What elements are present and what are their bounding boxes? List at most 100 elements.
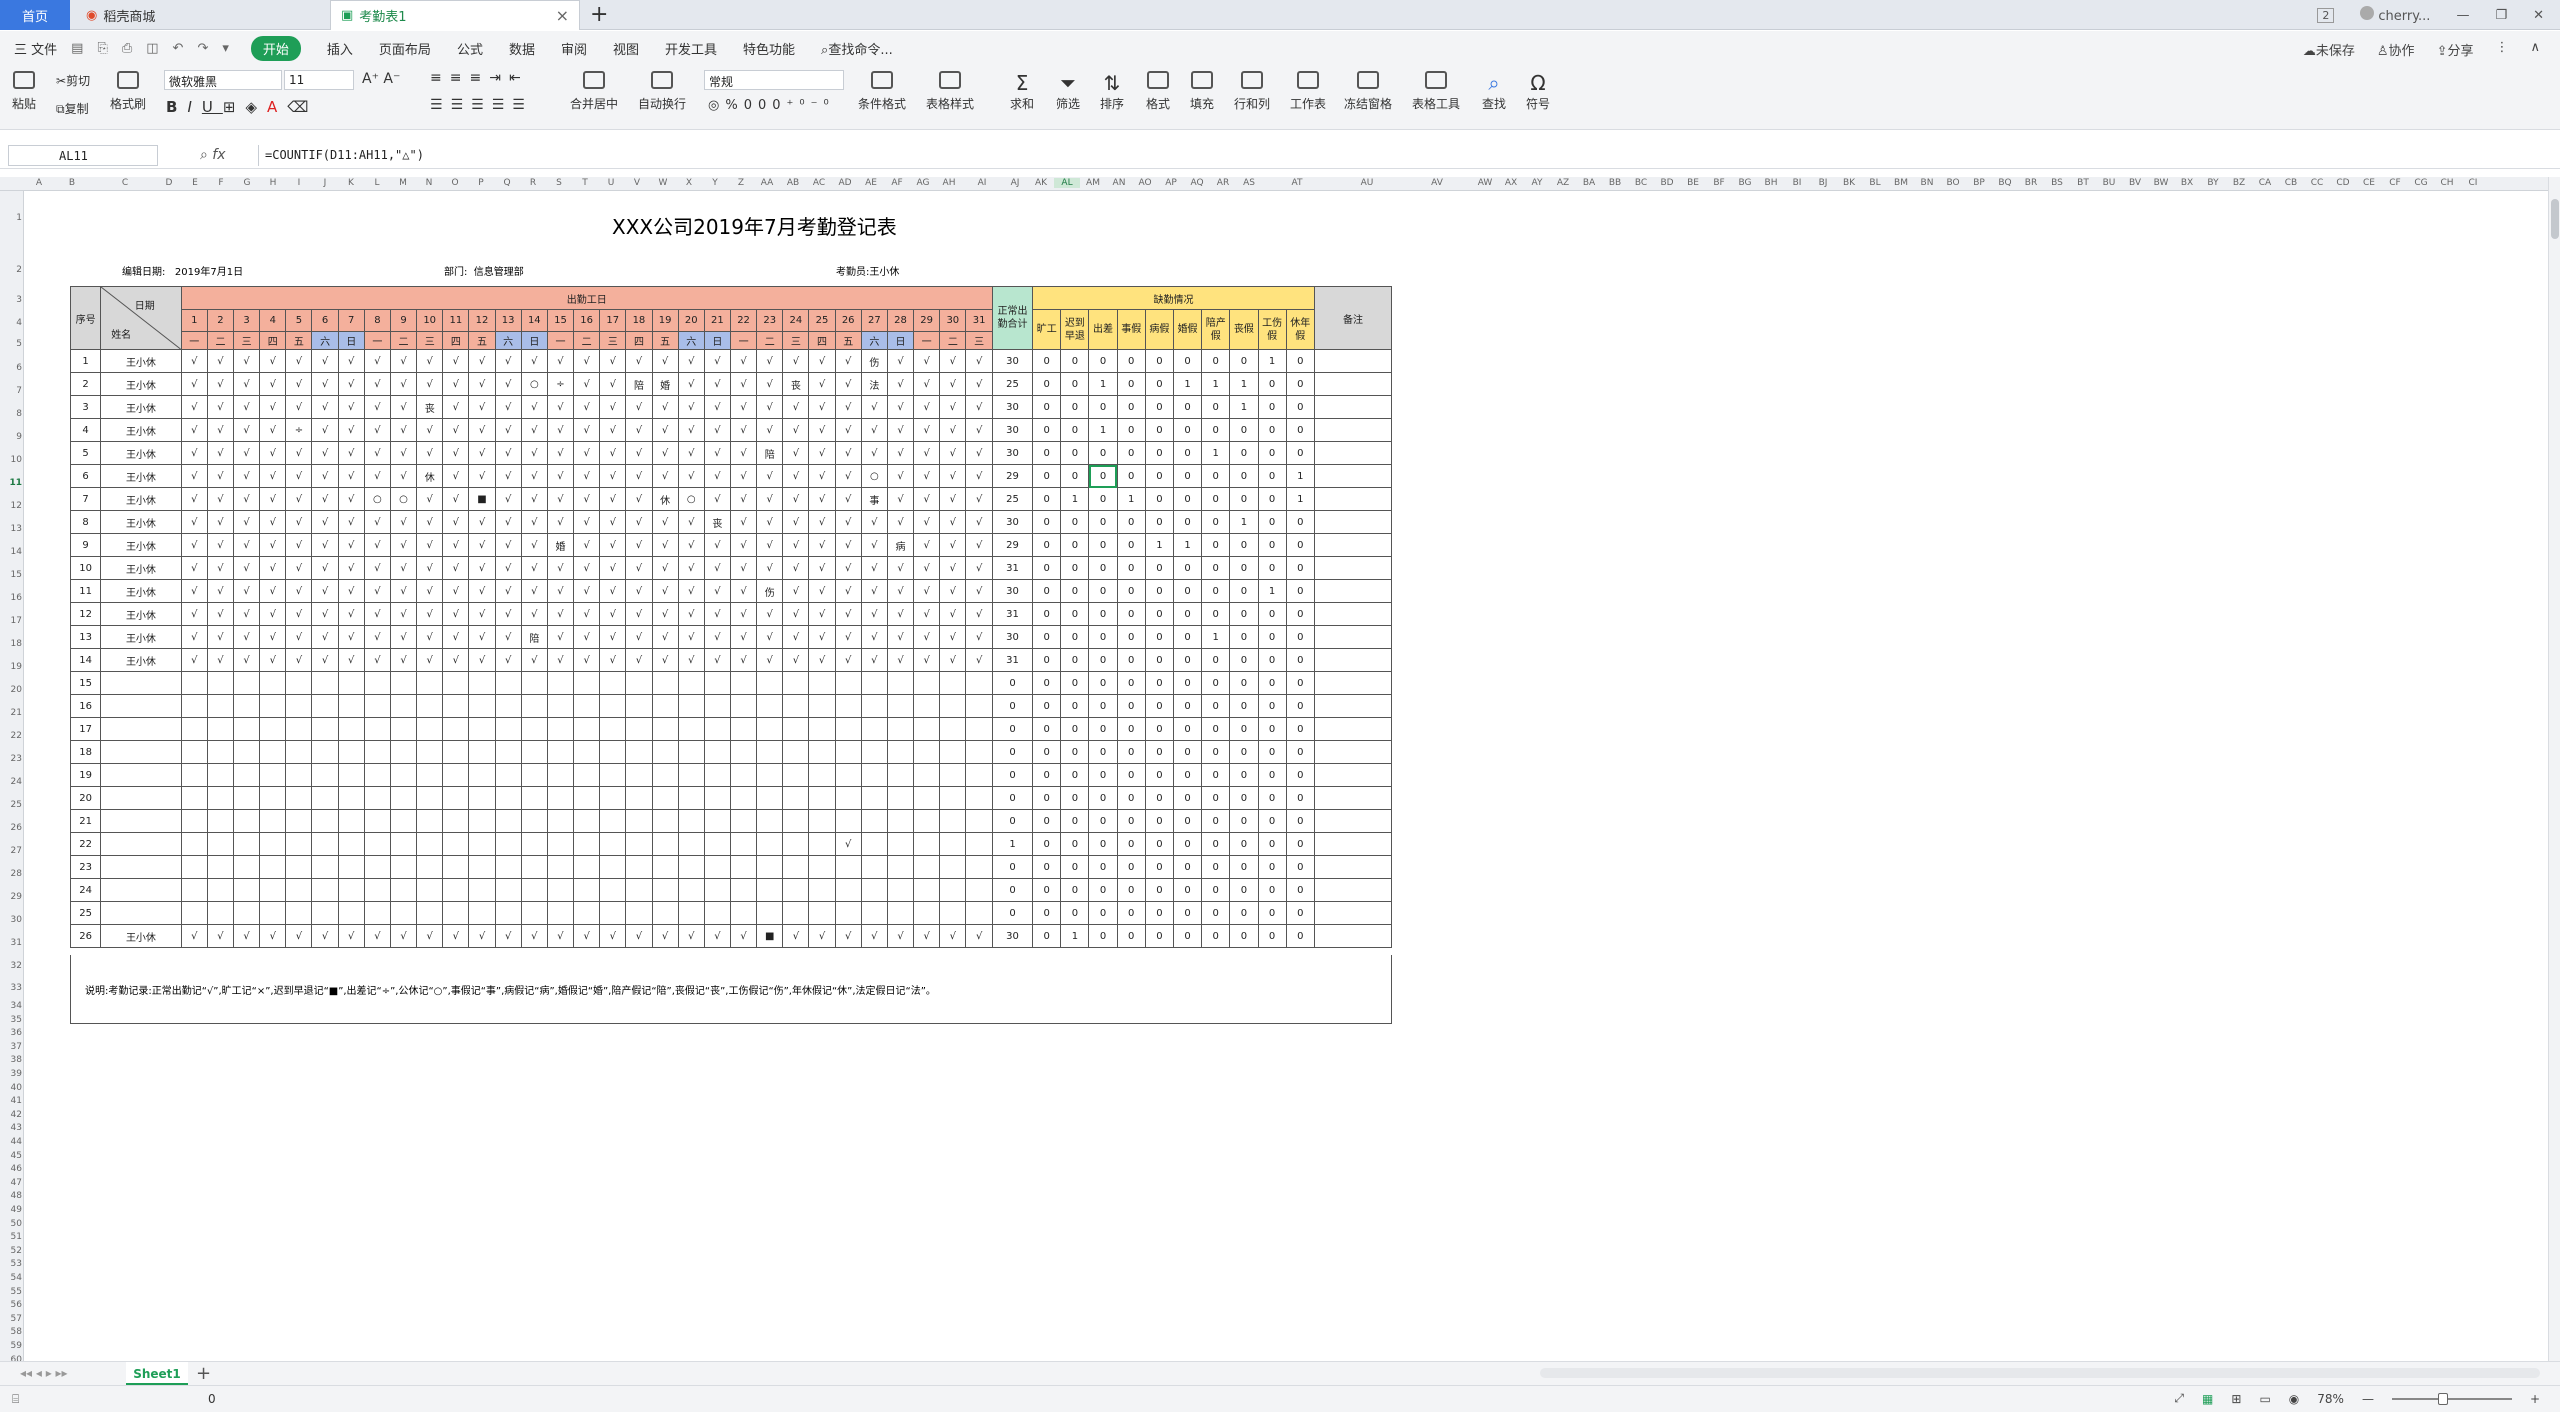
absence-cell[interactable]: 0 [1257, 648, 1287, 672]
attendance-cell[interactable] [677, 901, 705, 925]
fill-button[interactable]: 填充 [1190, 71, 1214, 112]
attendance-cell[interactable]: √ [939, 533, 967, 557]
remark-cell[interactable] [1313, 671, 1393, 695]
attendance-cell[interactable] [677, 855, 705, 879]
attendance-cell[interactable]: √ [389, 395, 418, 419]
attendance-cell[interactable]: √ [939, 487, 967, 511]
row-header[interactable]: 55 [0, 1287, 22, 1297]
absence-cell[interactable]: 0 [1144, 786, 1174, 810]
column-header[interactable]: CF [2382, 178, 2408, 188]
column-header[interactable]: AP [1158, 178, 1184, 188]
attendance-cell[interactable] [599, 786, 627, 810]
absence-cell[interactable]: 0 [1285, 855, 1315, 879]
attendance-cell[interactable] [703, 786, 731, 810]
attendance-cell[interactable]: √ [180, 349, 208, 373]
attendance-cell[interactable]: √ [259, 533, 287, 557]
attendance-cell[interactable]: √ [965, 602, 993, 626]
attendance-cell[interactable] [782, 809, 810, 833]
absence-type-header[interactable]: 休年假 [1285, 309, 1315, 350]
row-header[interactable]: 53 [0, 1259, 22, 1269]
attendance-cell[interactable] [939, 740, 967, 764]
attendance-cell[interactable]: √ [939, 556, 967, 580]
attendance-cell[interactable]: √ [494, 602, 522, 626]
absence-cell[interactable]: 0 [1285, 602, 1315, 626]
attendance-cell[interactable] [599, 671, 627, 695]
eye-protection-icon[interactable]: ◉ [2289, 1392, 2299, 1406]
attendance-cell[interactable]: √ [860, 556, 888, 580]
attendance-cell[interactable]: √ [834, 441, 862, 465]
seq-cell[interactable]: 23 [69, 855, 102, 879]
absence-cell[interactable]: 0 [1116, 349, 1146, 373]
attendance-cell[interactable] [337, 717, 365, 741]
attendance-cell[interactable] [311, 901, 339, 925]
new-tab-icon[interactable]: + [590, 2, 608, 27]
attendance-cell[interactable] [416, 694, 444, 718]
absence-cell[interactable]: 0 [1201, 901, 1231, 925]
attendance-cell[interactable] [886, 740, 915, 764]
row-header[interactable]: 4 [0, 318, 22, 328]
attendance-cell[interactable] [939, 832, 967, 856]
attendance-cell[interactable] [965, 832, 993, 856]
attendance-cell[interactable]: √ [180, 602, 208, 626]
absence-cell[interactable]: 0 [1032, 372, 1062, 396]
absence-cell[interactable]: 0 [1201, 418, 1231, 442]
name-cell[interactable]: 王小休 [100, 349, 182, 373]
attendance-cell[interactable]: √ [389, 579, 418, 603]
align-middle-icon[interactable]: ≡ [450, 70, 470, 86]
macro-icon[interactable]: ⌸ [12, 1392, 19, 1407]
absence-cell[interactable]: 1 [1116, 487, 1146, 511]
column-header[interactable]: N [416, 178, 442, 188]
attendance-cell[interactable]: √ [442, 924, 470, 948]
absence-cell[interactable]: 0 [1201, 349, 1231, 373]
attendance-cell[interactable]: √ [808, 579, 836, 603]
attendance-cell[interactable] [337, 832, 365, 856]
day-header[interactable]: 6 [311, 309, 339, 332]
attendance-cell[interactable] [285, 717, 313, 741]
absence-cell[interactable]: 0 [1172, 625, 1203, 649]
absence-cell[interactable]: 0 [1060, 418, 1090, 442]
attendance-cell[interactable] [782, 763, 810, 787]
day-header[interactable]: 25 [808, 309, 836, 332]
attendance-cell[interactable]: √ [468, 395, 496, 419]
attendance-cell[interactable]: 病 [886, 533, 915, 557]
attendance-cell[interactable] [259, 763, 287, 787]
attendance-cell[interactable]: √ [782, 533, 810, 557]
attendance-cell[interactable] [860, 901, 888, 925]
row-header[interactable]: 31 [0, 938, 22, 948]
attendance-cell[interactable]: √ [886, 602, 915, 626]
absence-cell[interactable]: 0 [1172, 878, 1203, 902]
seq-cell[interactable]: 11 [69, 579, 102, 603]
attendance-cell[interactable]: √ [808, 533, 836, 557]
absence-type-header[interactable]: 迟到早退 [1060, 309, 1090, 350]
font-size-select[interactable]: 11 [284, 70, 354, 90]
attendance-cell[interactable]: √ [756, 464, 784, 488]
column-header[interactable]: BK [1836, 178, 1862, 188]
column-header[interactable]: AB [780, 178, 806, 188]
attendance-cell[interactable]: √ [416, 372, 444, 396]
absence-cell[interactable]: 0 [1229, 602, 1259, 626]
attendance-cell[interactable]: √ [416, 487, 444, 511]
absence-cell[interactable]: 0 [1201, 786, 1231, 810]
absence-cell[interactable]: 0 [1088, 786, 1118, 810]
absence-cell[interactable]: 0 [1144, 671, 1174, 695]
currency-icon[interactable]: ◎ [708, 98, 725, 113]
header-remark[interactable]: 备注 [1313, 286, 1393, 350]
attendance-cell[interactable] [677, 878, 705, 902]
attendance-cell[interactable] [442, 901, 470, 925]
attendance-cell[interactable] [285, 786, 313, 810]
attendance-cell[interactable]: √ [834, 832, 862, 856]
attendance-cell[interactable]: √ [913, 648, 941, 672]
attendance-cell[interactable] [729, 694, 758, 718]
absence-cell[interactable]: 0 [1144, 763, 1174, 787]
absence-cell[interactable]: 0 [1172, 855, 1203, 879]
attendance-cell[interactable] [599, 878, 627, 902]
remark-cell[interactable] [1313, 441, 1393, 465]
weekday-header[interactable]: 三 [782, 331, 810, 350]
header-normal-total[interactable]: 正常出勤合计 [991, 286, 1034, 350]
seq-cell[interactable]: 19 [69, 763, 102, 787]
absence-cell[interactable]: 0 [1116, 901, 1146, 925]
absence-cell[interactable]: 0 [1285, 625, 1315, 649]
absence-cell[interactable]: 0 [1229, 740, 1259, 764]
attendance-cell[interactable] [494, 694, 522, 718]
attendance-cell[interactable] [939, 671, 967, 695]
